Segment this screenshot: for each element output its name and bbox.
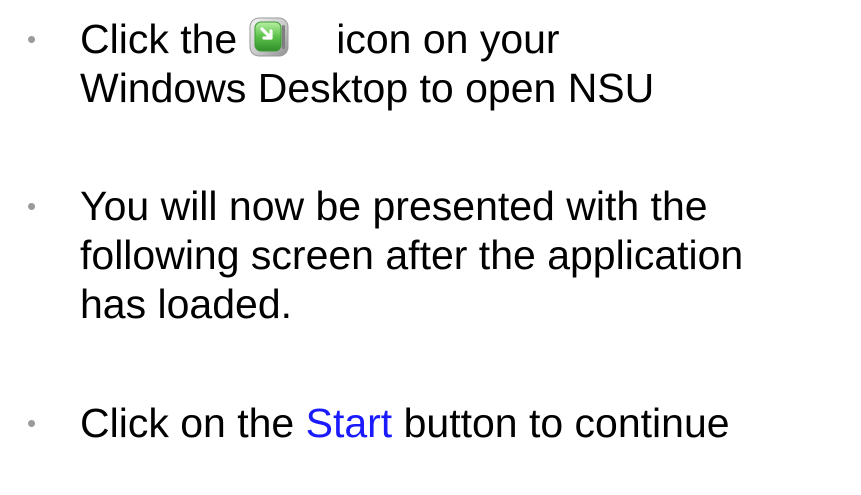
text-line: following screen after the application [80, 232, 744, 278]
bullet-marker: • [27, 408, 37, 438]
text-segment: icon on your [336, 16, 560, 62]
bullet-text: You will now be presented with the follo… [80, 182, 860, 329]
bullet-text: Click on the Start button to continue [80, 399, 860, 448]
text-line: You will now be presented with the [80, 183, 708, 229]
text-segment: Click the [80, 16, 238, 62]
text-segment: Click on the [80, 400, 306, 446]
bullet-marker: • [27, 191, 37, 221]
nsu-app-icon [249, 17, 289, 57]
instruction-list: • Click the icon on your Windows Desktop… [0, 0, 861, 495]
bullet-marker: • [27, 24, 37, 54]
text-line: Click on the Start button to continue [80, 399, 860, 448]
text-line: Windows Desktop to open NSU [80, 65, 655, 111]
start-button-reference: Start [305, 400, 393, 446]
text-line: Click the icon on your [80, 15, 860, 64]
bullet-text: Click the icon on your Windows Desktop t… [80, 15, 860, 113]
text-line: has loaded. [80, 281, 293, 327]
text-segment: button to continue [392, 400, 730, 446]
